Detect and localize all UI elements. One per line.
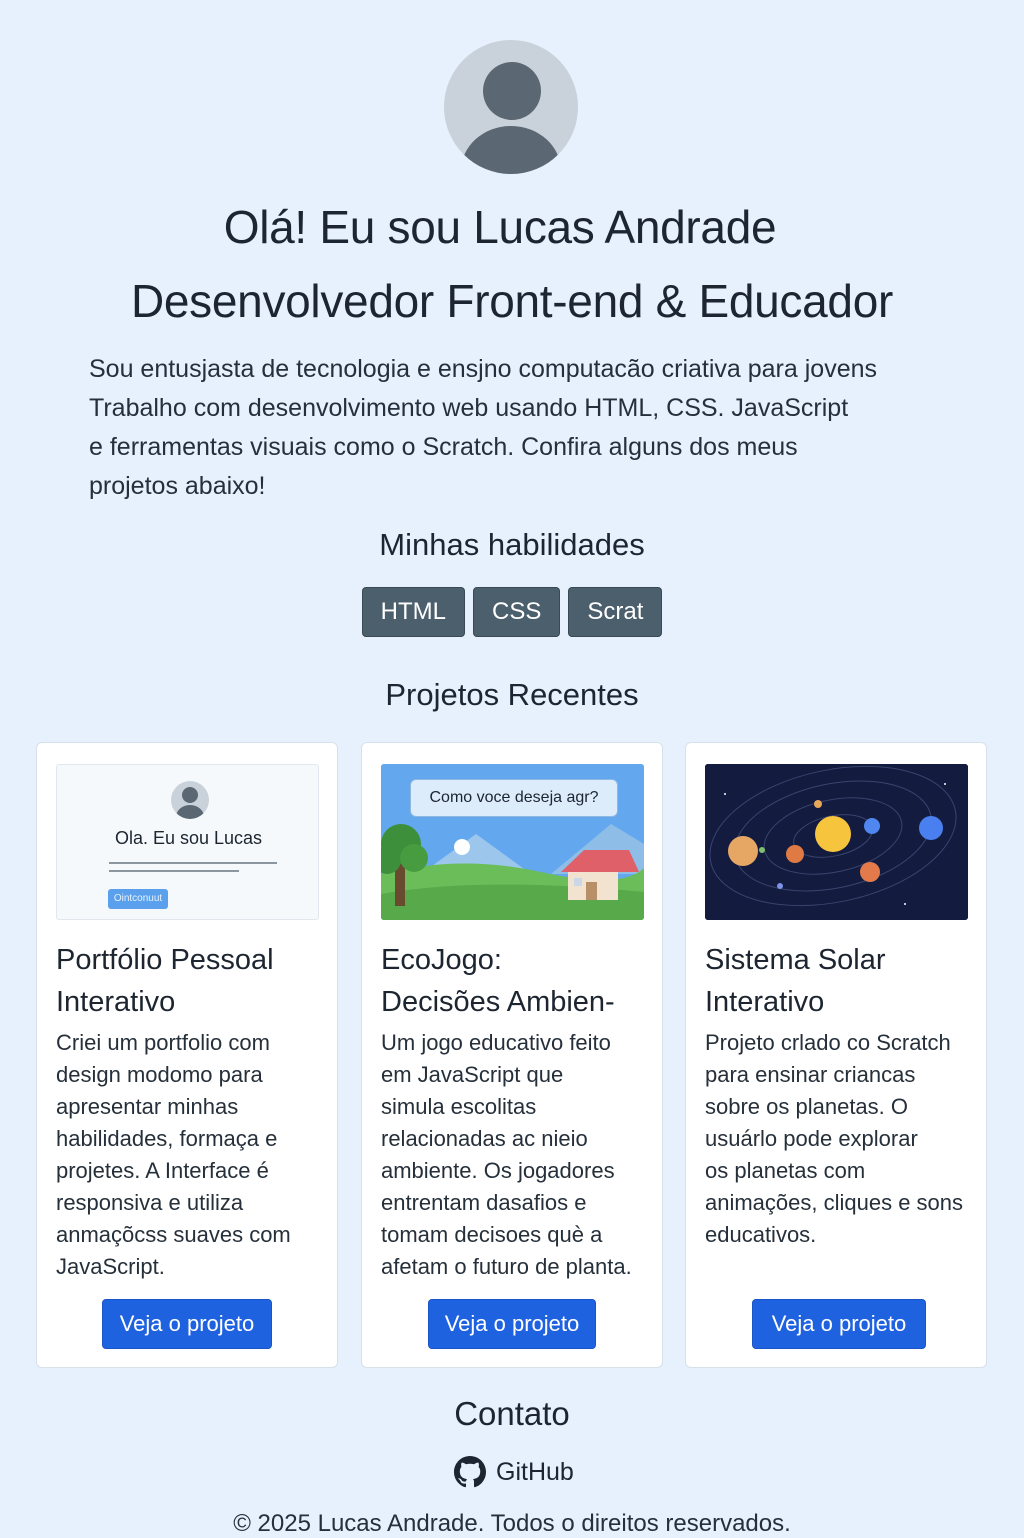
view-project-button[interactable]: Veja o projeto	[102, 1299, 272, 1349]
avatar	[444, 40, 578, 174]
thumb-button: Ointconuut	[108, 889, 168, 909]
github-link[interactable]: GitHub	[454, 1456, 574, 1488]
project-description: Criei um portfolio com design modomo par…	[56, 1030, 291, 1279]
project-thumbnail	[705, 764, 968, 920]
project-title: EcoJogo: Decisões Ambien-	[381, 944, 615, 1018]
projects-heading: Projetos Recentes	[385, 677, 639, 712]
intro-line: e ferramentas visuais como o Scratch. Co…	[89, 433, 798, 461]
intro-line: projetos abaixo!	[89, 472, 266, 500]
skill-badge: CSS	[472, 587, 561, 637]
github-icon	[454, 1456, 486, 1488]
project-title: Sistema Solar Interativo	[705, 944, 886, 1018]
thumb-text-line	[109, 870, 239, 872]
project-title: Portfólio Pessoal Interativo	[56, 944, 274, 1018]
intro-line: Sou entusjasta de tecnologia e ensjno co…	[89, 355, 878, 383]
github-label: GitHub	[496, 1457, 574, 1486]
avatar-head	[483, 62, 541, 120]
project-description: Um jogo educativo feito em JavaScript qu…	[381, 1030, 632, 1279]
project-card: Ola. Eu sou Lucas Ointconuut Portfólio P…	[36, 742, 338, 1368]
solar-system-illustration	[705, 764, 968, 920]
page-subtitle: Desenvolvedor Front-end & Educador	[130, 275, 893, 327]
thumb-heading: Ola. Eu sou Lucas	[114, 828, 263, 848]
project-card: Como voce deseja agr? EcoJogo: Decisões …	[361, 742, 663, 1368]
intro-line: Trabalho com desenvolvimento web usando …	[89, 394, 849, 422]
thumb-avatar-icon	[171, 781, 209, 819]
project-card: Sistema Solar Interativo Projeto crlado …	[685, 742, 987, 1368]
footer-copyright: © 2025 Lucas Andrade. Todos o direitos r…	[233, 1510, 791, 1537]
project-thumbnail: Ola. Eu sou Lucas Ointconuut	[56, 764, 319, 920]
thumb-text-line	[109, 862, 277, 864]
view-project-button[interactable]: Veja o projeto	[428, 1299, 596, 1349]
contact-heading: Contato	[454, 1395, 570, 1432]
question-bubble: Como voce deseja agr?	[410, 779, 618, 817]
avatar-body	[461, 126, 561, 174]
project-thumbnail: Como voce deseja agr?	[381, 764, 644, 920]
skill-badge: Scrat	[568, 587, 663, 637]
page-title: Olá! Eu sou Lucas Andrade	[223, 201, 777, 253]
skills-heading: Minhas habilidades	[379, 527, 645, 562]
skill-badge: HTML	[361, 587, 465, 637]
skills-list: HTML CSS Scrat	[0, 587, 1024, 637]
view-project-button[interactable]: Veja o projeto	[752, 1299, 926, 1349]
project-description: Projeto crlado co Scratch para ensinar c…	[705, 1030, 964, 1247]
intro-text: Sou entusjasta de tecnologia e ensjno co…	[89, 350, 989, 506]
